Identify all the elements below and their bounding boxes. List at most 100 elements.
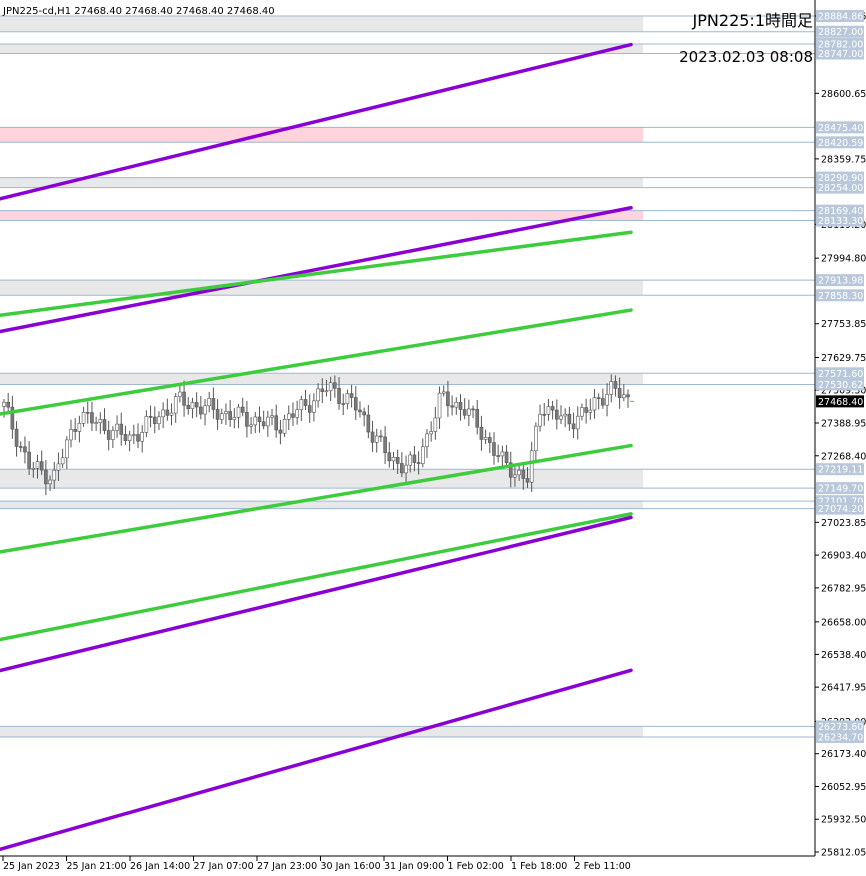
candle-body	[383, 436, 387, 453]
level-tag-label: 28254.00	[818, 183, 863, 194]
zone-0	[0, 16, 643, 32]
candle-body	[387, 452, 392, 462]
candle-body	[622, 394, 626, 399]
y-tick-label: 26658.00	[821, 617, 866, 628]
candle-body	[274, 415, 279, 431]
candle-body	[39, 461, 44, 471]
candle-body	[157, 416, 161, 425]
level-tag-label: 27219.11	[818, 465, 863, 476]
candle-body	[609, 381, 614, 395]
x-tick-label: 1 Feb 02:00	[448, 861, 504, 872]
y-tick-label: 28359.75	[821, 154, 866, 165]
candle-body	[358, 409, 362, 413]
chart-datetime: 2023.02.03 08:08	[679, 48, 813, 66]
candle-body	[106, 430, 111, 440]
candle-body	[467, 408, 471, 416]
candle-body	[328, 382, 333, 392]
x-tick-label: 25 Jan 21:00	[67, 861, 127, 872]
candle-body	[391, 457, 396, 462]
candle-body	[517, 469, 521, 476]
candle-body	[605, 394, 609, 406]
zone-5	[0, 280, 643, 296]
level-tag-label: 27913.98	[818, 276, 863, 287]
candle-body	[199, 406, 203, 415]
candle-body	[395, 457, 400, 464]
candle-body	[588, 409, 593, 413]
level-tag-label: 27530.62	[818, 380, 863, 391]
candle-body	[23, 446, 27, 453]
candle-body	[425, 433, 429, 448]
candle-body	[261, 421, 266, 427]
candle-body	[433, 417, 438, 432]
candle-body	[240, 406, 245, 413]
candle-body	[492, 442, 496, 456]
price-chart[interactable]: 28884.8628600.6528359.7528119.2027994.80…	[0, 0, 866, 876]
candle-body	[60, 457, 65, 465]
candle-body	[412, 454, 417, 463]
candle-body	[65, 439, 69, 459]
candle-body	[123, 434, 128, 441]
candle-body	[559, 415, 563, 420]
y-tick-label: 27023.85	[821, 518, 866, 529]
candle-body	[253, 416, 258, 426]
candle-body	[94, 422, 98, 424]
candle-body	[232, 417, 237, 420]
x-tick-label: 27 Jan 07:00	[194, 861, 254, 872]
candle-body	[266, 416, 270, 427]
candle-body	[471, 408, 475, 411]
candle-body	[441, 391, 446, 394]
candle-body	[337, 388, 341, 404]
candle-body	[538, 414, 542, 427]
candle-body	[454, 401, 459, 408]
candle-body	[437, 392, 442, 419]
candle-body	[504, 451, 509, 464]
symbol-header: JPN225-cd,H1 27468.40 27468.40 27468.40 …	[2, 6, 275, 17]
candle-body	[416, 462, 421, 464]
candle-body	[563, 413, 567, 417]
level-tag-label: 26234.70	[818, 733, 863, 744]
candle-body	[450, 405, 454, 408]
candle-body	[77, 423, 82, 432]
candle-body	[626, 394, 630, 398]
y-tick-label: 27753.85	[821, 319, 866, 330]
x-tick-label: 1 Feb 18:00	[511, 861, 567, 872]
zone-1	[0, 43, 643, 54]
candle-body	[136, 434, 140, 442]
y-tick-label: 26782.95	[821, 583, 866, 594]
candle-body	[458, 401, 463, 410]
candle-body	[366, 414, 371, 433]
y-tick-label: 27388.95	[821, 418, 866, 429]
candle-body	[18, 446, 23, 448]
level-tag-label: 28747.00	[818, 49, 863, 60]
candle-body	[52, 469, 57, 481]
candle-body	[353, 397, 358, 411]
candle-body	[140, 432, 145, 442]
candle-body	[85, 412, 90, 414]
candle-body	[215, 409, 220, 420]
y-tick-label: 25812.05	[821, 848, 866, 859]
candle-body	[312, 400, 316, 413]
candle-body	[228, 411, 232, 420]
x-tick-label: 31 Jan 09:00	[384, 861, 444, 872]
y-tick-label: 27629.75	[821, 353, 866, 364]
candle-body	[127, 434, 132, 441]
candle-body	[546, 406, 551, 415]
candle-body	[550, 406, 555, 411]
candle-body	[592, 397, 597, 411]
y-tick-label: 26173.40	[821, 749, 866, 760]
candle-body	[148, 416, 153, 418]
candle-body	[44, 469, 48, 485]
x-tick-label: 25 Jan 2023	[3, 861, 60, 872]
candle-body	[6, 401, 10, 408]
candle-body	[307, 405, 312, 413]
y-tick-label: 26417.95	[821, 683, 866, 694]
candle-body	[295, 409, 299, 418]
candle-body	[483, 437, 488, 440]
x-tick-label: 26 Jan 14:00	[130, 861, 190, 872]
level-tag-label: 28884.86	[818, 12, 863, 23]
candle-body	[341, 403, 346, 405]
candle-body	[278, 429, 283, 434]
candle-body	[291, 413, 295, 418]
candle-body	[115, 423, 119, 431]
chart-window[interactable]: 28884.8628600.6528359.7528119.2027994.80…	[0, 0, 866, 876]
